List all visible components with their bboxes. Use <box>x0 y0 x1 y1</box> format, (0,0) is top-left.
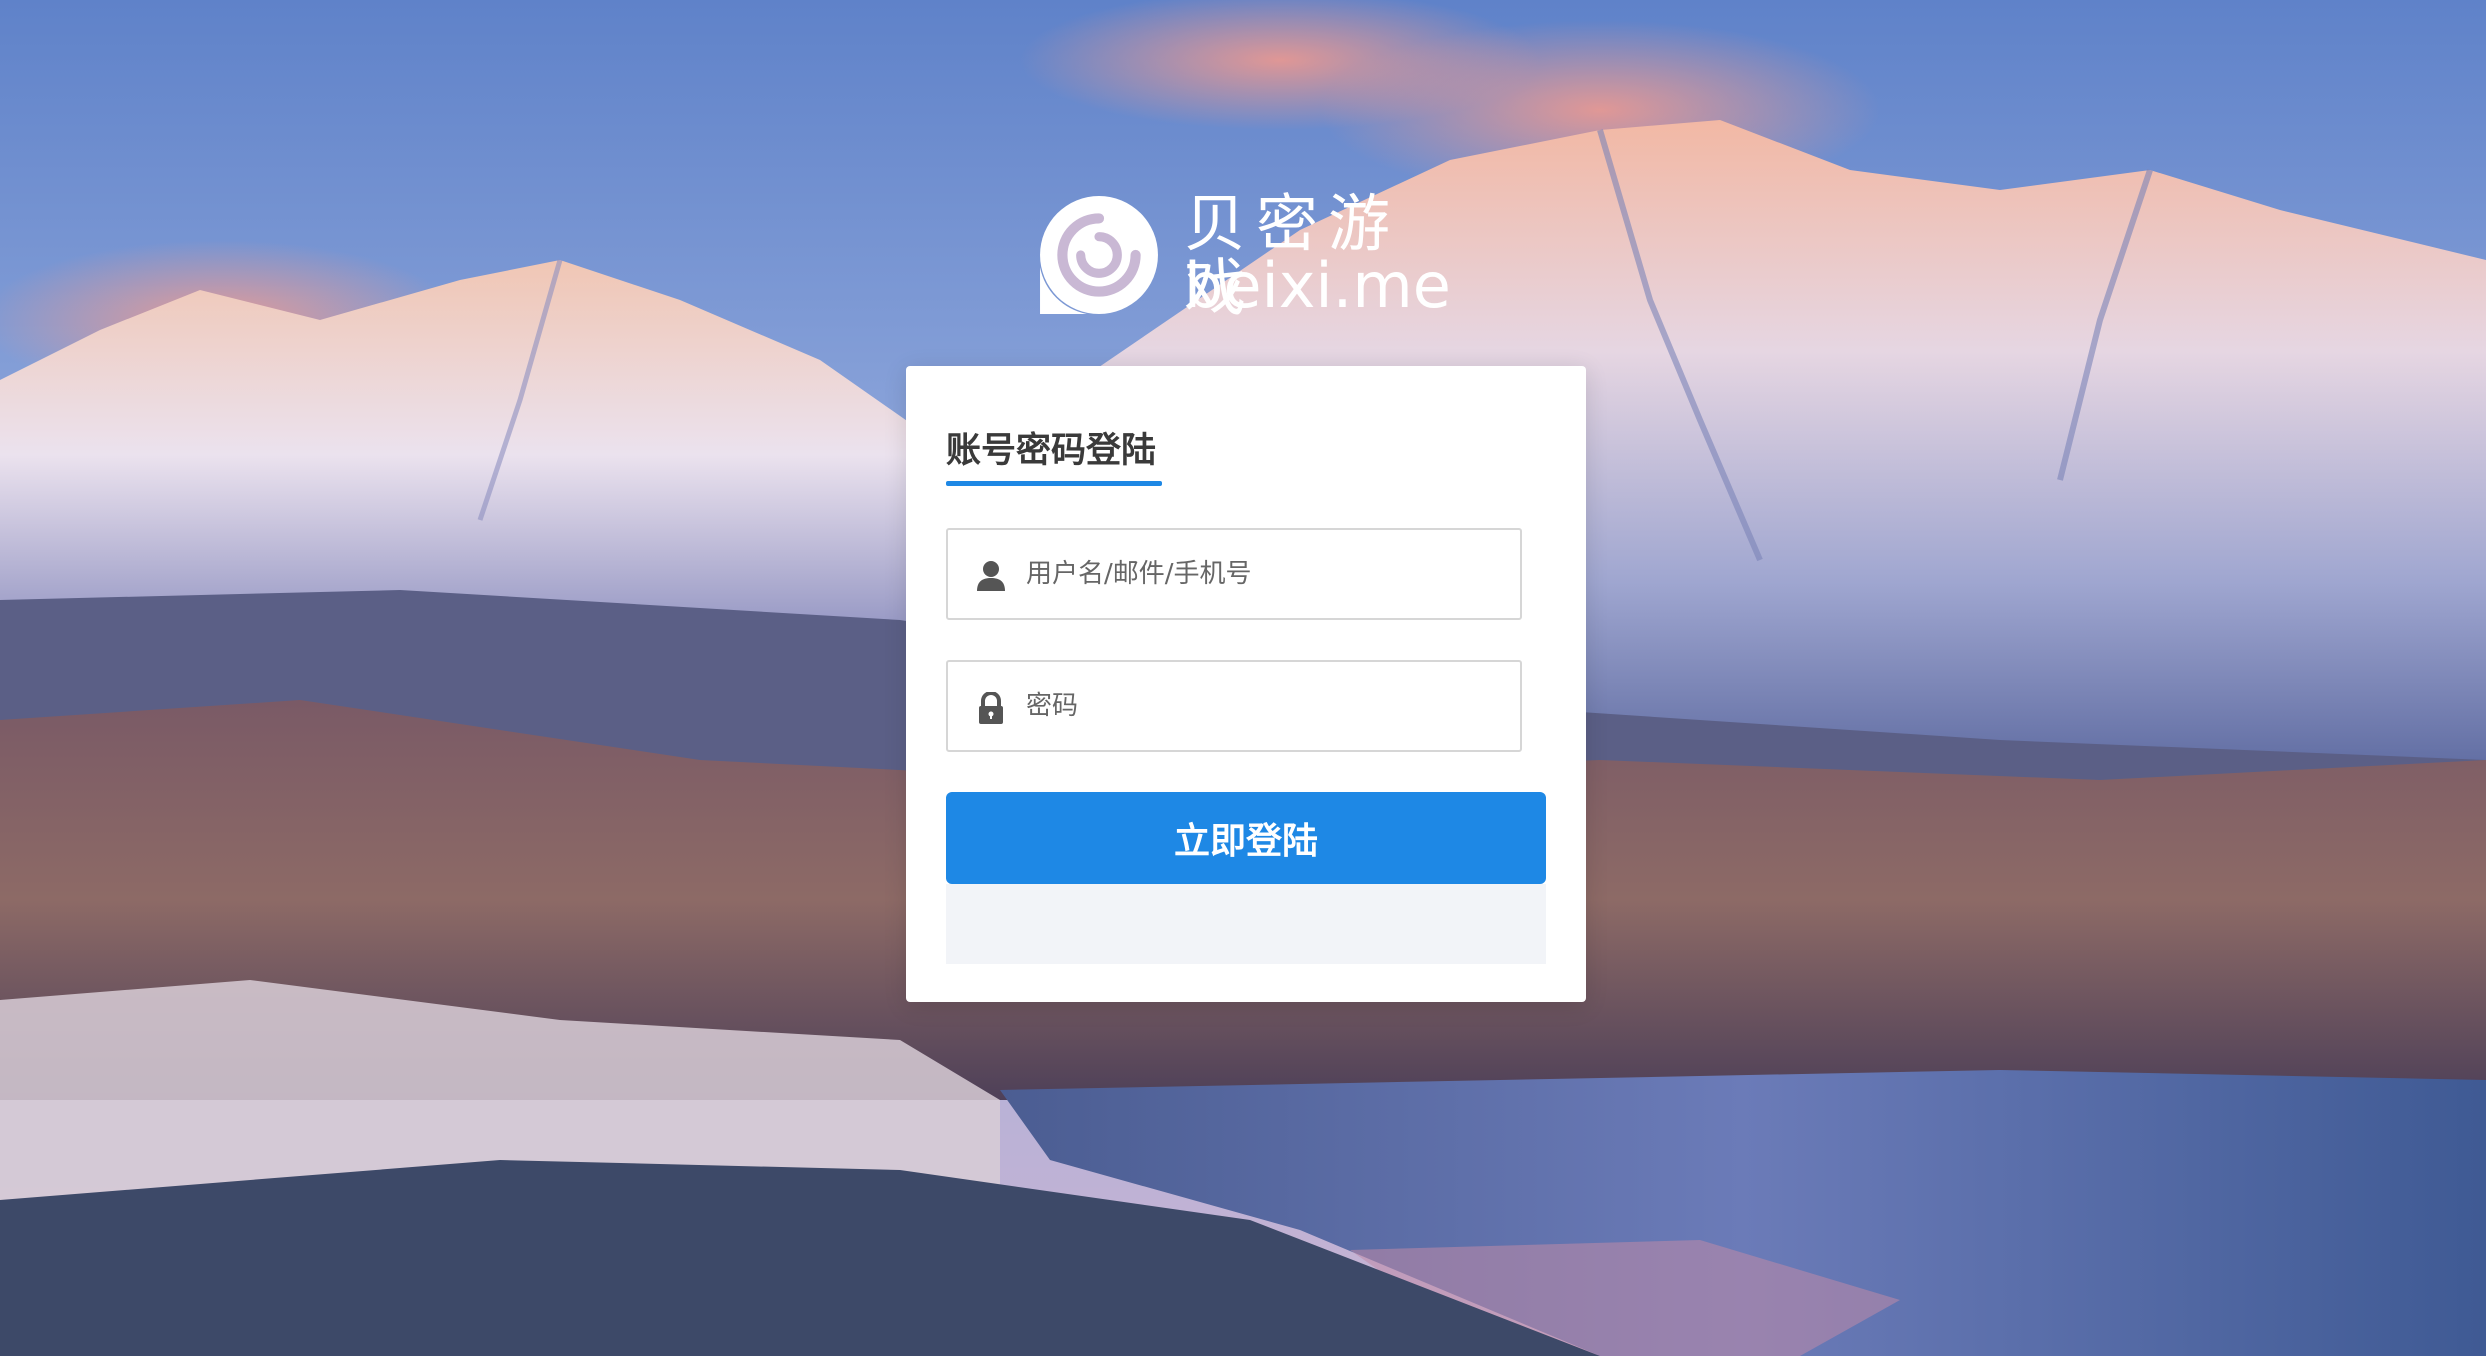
brand-logo[interactable]: 贝密游戏 beixi.me <box>1038 192 1458 320</box>
card-footer-area <box>946 884 1546 964</box>
login-page: 贝密游戏 beixi.me 账号密码登陆 立即登陆 <box>0 0 2486 1356</box>
password-field <box>946 660 1522 752</box>
active-tab-indicator <box>946 481 1162 486</box>
username-field <box>946 528 1522 620</box>
brand-domain: beixi.me <box>1184 249 1451 322</box>
beixi-logo-icon <box>1040 196 1158 314</box>
user-icon <box>977 561 1005 591</box>
username-input[interactable] <box>1026 530 1506 618</box>
login-button[interactable]: 立即登陆 <box>946 792 1546 884</box>
login-tab-title[interactable]: 账号密码登陆 <box>946 422 1156 473</box>
login-card: 账号密码登陆 立即登陆 <box>906 366 1586 1002</box>
lock-icon <box>979 692 1003 724</box>
password-input[interactable] <box>1026 662 1506 750</box>
